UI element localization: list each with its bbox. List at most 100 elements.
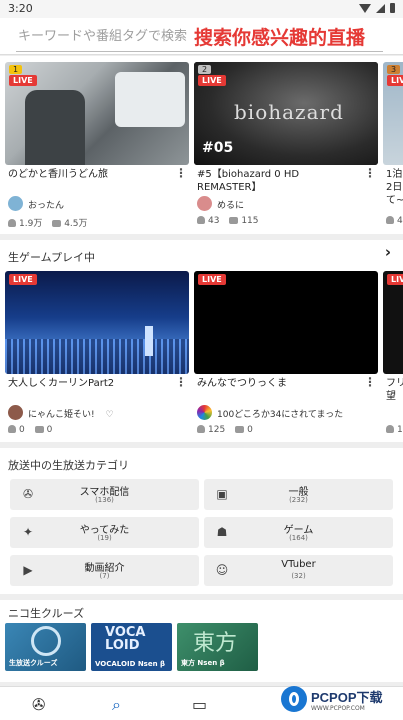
watermark: PCPOP下载 WWW.PCPOP.COM	[277, 684, 403, 720]
category-count: (32)	[291, 572, 306, 580]
more-options-icon[interactable]: ⋮	[175, 375, 187, 389]
search-underline	[16, 51, 383, 52]
viewer-count: 125	[208, 425, 226, 435]
cruise-card[interactable]: 東方 東方 Nsen β	[177, 623, 258, 671]
stream-title[interactable]: のどかと香川うどん旅	[8, 168, 168, 181]
battery-icon	[390, 3, 395, 13]
rank-badge: 3	[387, 65, 401, 74]
user-name[interactable]: 100どころか34にされてまった	[217, 407, 343, 420]
category-section: 放送中の生放送カテゴリ ✇ スマホ配信 (136) ▣ 一般 (232) ✦ や…	[0, 448, 403, 594]
comment-count: 0	[46, 425, 53, 435]
live-badge: LIVE	[387, 75, 403, 86]
viewers-icon	[8, 219, 16, 227]
cruise-label: 生放送クルーズ	[9, 659, 58, 667]
tower-shape	[145, 326, 153, 356]
avatar[interactable]	[197, 196, 212, 211]
cruise-card[interactable]: VOCA LOID VOCALOID Nsen β	[91, 623, 172, 671]
stream-stats: 1.9万 4.5万	[8, 216, 88, 229]
category-count: (7)	[99, 572, 110, 580]
stream-thumbnail[interactable]: LIVE	[383, 271, 403, 374]
stream-stats: 43 115	[197, 216, 259, 226]
stream-stats: 0 0	[8, 425, 52, 435]
nav-search-icon[interactable]: ⌕	[112, 695, 121, 715]
status-bar: 3:20	[0, 0, 403, 18]
live-badge: LIVE	[9, 274, 37, 285]
watermark-logo-icon	[281, 686, 307, 712]
watermark-text: PCPOP下载	[311, 690, 383, 705]
stream-thumbnail[interactable]: LIVE	[5, 271, 189, 374]
cruise-card[interactable]: 生放送クルーズ	[5, 623, 86, 671]
avatar[interactable]	[8, 405, 23, 420]
viewers-icon	[386, 425, 394, 433]
category-smartphone[interactable]: ✇ スマホ配信 (136)	[10, 479, 199, 510]
category-video-intro[interactable]: ▶ 動画紹介 (7)	[10, 555, 199, 586]
cruise-section: ニコ生クルーズ 生放送クルーズ VOCA LOID VOCALOID Nsen …	[0, 600, 403, 682]
heart-icon[interactable]: ♡	[105, 410, 113, 420]
watermark-logo-mark	[289, 692, 299, 706]
category-count: (136)	[95, 496, 114, 504]
search-bar: 搜索你感兴趣的直播	[0, 18, 403, 55]
category-general[interactable]: ▣ 一般 (232)	[204, 479, 393, 510]
category-name: VTuber	[281, 559, 316, 570]
category-count: (164)	[289, 534, 308, 542]
search-input[interactable]	[18, 25, 188, 47]
nav-live-icon[interactable]: ✇	[32, 695, 45, 714]
stream-stats: 125 0	[197, 425, 253, 435]
live-badge: LIVE	[198, 75, 226, 86]
stream-thumbnail[interactable]: biohazard #05 2 LIVE	[194, 62, 378, 165]
stream-title[interactable]: みんなでつりっくま	[197, 377, 357, 390]
wifi-icon	[359, 3, 371, 13]
stream-thumbnail[interactable]: LIVE	[194, 271, 378, 374]
viewers-icon	[197, 425, 205, 433]
rank-badge: 1	[9, 65, 23, 74]
chevron-right-icon[interactable]: ›	[385, 243, 391, 261]
thumb-game-title: biohazard	[234, 100, 344, 124]
viewer-count: 1.9万	[19, 219, 43, 229]
comment-count: 4.5万	[64, 219, 88, 229]
thumb-episode: #05	[202, 140, 234, 156]
user-name[interactable]: おったん	[28, 198, 64, 211]
rank-badge: 2	[198, 65, 212, 74]
stream-title[interactable]: フリ望	[386, 377, 403, 403]
viewer-count: 4	[397, 216, 403, 226]
viewers-icon	[197, 216, 205, 224]
cruise-big-text: 東方	[193, 631, 238, 656]
user-name[interactable]: にゃんこ姫そい! ♡	[28, 407, 114, 420]
viewer-count: 0	[19, 425, 25, 435]
section-title: 生ゲームプレイ中	[8, 251, 96, 264]
stream-title[interactable]: #5【biohazard 0 HD REMASTER】	[197, 168, 357, 194]
section-title: 放送中の生放送カテゴリ	[8, 459, 129, 472]
category-count: (232)	[289, 496, 308, 504]
category-game[interactable]: ☗ ゲーム (164)	[204, 517, 393, 548]
user-name[interactable]: めるに	[217, 198, 244, 211]
stream-title[interactable]: 1泊2日て~	[386, 168, 403, 207]
category-vtuber[interactable]: ☺ VTuber (32)	[204, 555, 393, 586]
more-options-icon[interactable]: ⋮	[364, 166, 376, 180]
watermark-sub: WWW.PCPOP.COM	[311, 705, 365, 712]
status-icons	[359, 3, 395, 13]
user-name-text: にゃんこ姫そい!	[28, 410, 95, 420]
more-options-icon[interactable]: ⋮	[175, 166, 187, 180]
helm-icon	[31, 626, 61, 656]
comment-count: 0	[247, 425, 253, 435]
live-badge: LIVE	[9, 75, 37, 86]
stream-stats: 4	[386, 216, 403, 226]
live-badge: LIVE	[387, 274, 403, 285]
comments-icon	[229, 217, 239, 224]
car-seat-shape	[25, 90, 85, 165]
comments-icon	[52, 220, 62, 227]
comment-count: 115	[241, 216, 259, 226]
avatar[interactable]	[8, 196, 23, 211]
avatar[interactable]	[197, 405, 212, 420]
viewers-icon	[8, 425, 16, 433]
stream-thumbnail[interactable]: 3 LIVE	[383, 62, 403, 165]
category-tried[interactable]: ✦ やってみた (19)	[10, 517, 199, 548]
cruise-big-text: VOCA LOID	[105, 625, 146, 653]
live-badge: LIVE	[198, 274, 226, 285]
stream-stats: 1	[386, 425, 403, 435]
category-count: (19)	[97, 534, 112, 542]
stream-title[interactable]: 大人しくカーリンPart2	[8, 377, 168, 390]
stream-thumbnail[interactable]: 1 LIVE	[5, 62, 189, 165]
nav-broadcast-icon[interactable]: ▭	[192, 695, 207, 714]
more-options-icon[interactable]: ⋮	[364, 375, 376, 389]
